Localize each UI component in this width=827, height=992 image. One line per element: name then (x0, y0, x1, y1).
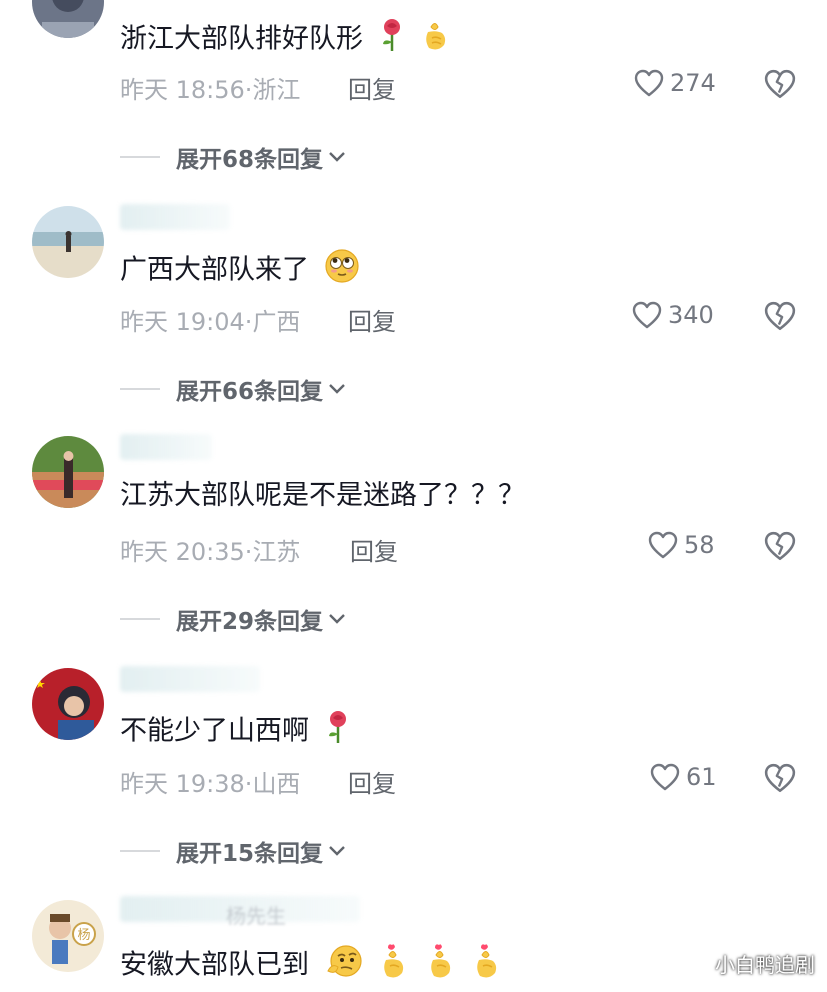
avatar[interactable]: 杨 (32, 900, 104, 972)
finger-heart-emoji-icon (420, 18, 450, 62)
username-blurred (120, 666, 260, 692)
rose-emoji-icon (378, 18, 406, 62)
comment-time: 昨天 19:38 (120, 770, 245, 798)
finger-heart-emoji-icon (425, 942, 457, 990)
broken-heart-icon (764, 301, 796, 331)
comment-meta: 昨天 19:04·广西 (120, 302, 300, 337)
avatar[interactable] (32, 0, 104, 38)
expand-divider (120, 618, 160, 620)
heart-outline-icon (632, 301, 662, 329)
broken-heart-icon (764, 531, 796, 561)
expand-replies-label: 展开29条回复 (176, 609, 324, 635)
username: 杨先生 (226, 904, 286, 928)
dislike-button[interactable] (764, 68, 796, 100)
comment-item: 杨 杨先生 安徽大部队已到 (0, 894, 827, 992)
watermark: 小白鸭追剧 (715, 953, 815, 977)
expand-divider (120, 850, 160, 852)
like-button[interactable]: 58 (648, 531, 715, 559)
reply-button[interactable]: 回复 (348, 302, 396, 337)
expand-replies-button[interactable]: 展开15条回复 (120, 834, 347, 868)
comment-meta: 昨天 19:38·山西 (120, 764, 300, 799)
reply-button[interactable]: 回复 (348, 764, 396, 799)
comment-text: 安徽大部队已到 (120, 942, 503, 990)
comment-time: 昨天 19:04 (120, 308, 245, 336)
comment-text: 浙江大部队排好队形 (120, 18, 450, 62)
like-button[interactable]: 61 (650, 763, 717, 791)
chevron-down-icon (329, 614, 345, 624)
finger-heart-emoji-icon (471, 942, 503, 990)
like-button[interactable]: 274 (634, 69, 716, 97)
dislike-button[interactable] (764, 530, 796, 562)
username-blurred (120, 204, 230, 230)
comment-item: 不能少了山西啊 昨天 19:38·山西 回复 61 展开15条回复 (0, 662, 827, 882)
expand-replies-button[interactable]: 展开66条回复 (120, 372, 347, 406)
comment-time: 昨天 18:56 (120, 76, 245, 104)
comment-location: 广西 (252, 308, 301, 336)
thinking-face-emoji-icon (324, 943, 364, 989)
like-count: 58 (684, 531, 715, 559)
chevron-down-icon (329, 846, 345, 856)
comment-text: 江苏大部队呢是不是迷路了？？？ (120, 480, 525, 511)
expand-replies-label: 展开68条回复 (176, 147, 324, 173)
expand-divider (120, 156, 160, 158)
comment-meta: 昨天 20:35·江苏 (120, 532, 300, 567)
comment-location: 山西 (252, 770, 301, 798)
chevron-down-icon (329, 152, 345, 162)
broken-heart-icon (764, 763, 796, 793)
like-count: 274 (670, 69, 716, 97)
expand-divider (120, 388, 160, 390)
like-button[interactable]: 340 (632, 301, 714, 329)
comment-location: 浙江 (252, 76, 301, 104)
username-blurred (120, 434, 212, 460)
comment-item: 广西大部队来了 昨天 19:04·广西 回复 340 展开66条回复 (0, 200, 827, 420)
finger-heart-emoji-icon (378, 942, 410, 990)
comment-text: 广西大部队来了 (120, 248, 360, 294)
expand-replies-button[interactable]: 展开68条回复 (120, 140, 347, 174)
comment-location: 江苏 (252, 538, 301, 566)
comment-item: 浙江大部队排好队形 昨天 18:56·浙江 回复 274 展开68条回复 (0, 0, 827, 190)
chevron-down-icon (329, 384, 345, 394)
heart-outline-icon (650, 763, 680, 791)
broken-heart-icon (764, 69, 796, 99)
rolling-eyes-emoji-icon (324, 248, 360, 294)
comment-meta: 昨天 18:56·浙江 (120, 70, 300, 105)
expand-replies-label: 展开15条回复 (176, 841, 324, 867)
expand-replies-button[interactable]: 展开29条回复 (120, 602, 347, 636)
comment-item: 江苏大部队呢是不是迷路了？？？ 昨天 20:35·江苏 回复 58 展开29条回… (0, 430, 827, 650)
like-count: 61 (686, 763, 717, 791)
rose-emoji-icon (324, 710, 352, 754)
heart-outline-icon (648, 531, 678, 559)
avatar[interactable] (32, 668, 104, 740)
comment-time: 昨天 20:35 (120, 538, 245, 566)
like-count: 340 (668, 301, 714, 329)
reply-button[interactable]: 回复 (348, 70, 396, 105)
dislike-button[interactable] (764, 300, 796, 332)
dislike-button[interactable] (764, 762, 796, 794)
avatar[interactable] (32, 206, 104, 278)
comment-text: 不能少了山西啊 (120, 710, 352, 754)
heart-outline-icon (634, 69, 664, 97)
avatar[interactable] (32, 436, 104, 508)
reply-button[interactable]: 回复 (350, 532, 398, 567)
svg-text:杨: 杨 (77, 928, 90, 943)
expand-replies-label: 展开66条回复 (176, 379, 324, 405)
